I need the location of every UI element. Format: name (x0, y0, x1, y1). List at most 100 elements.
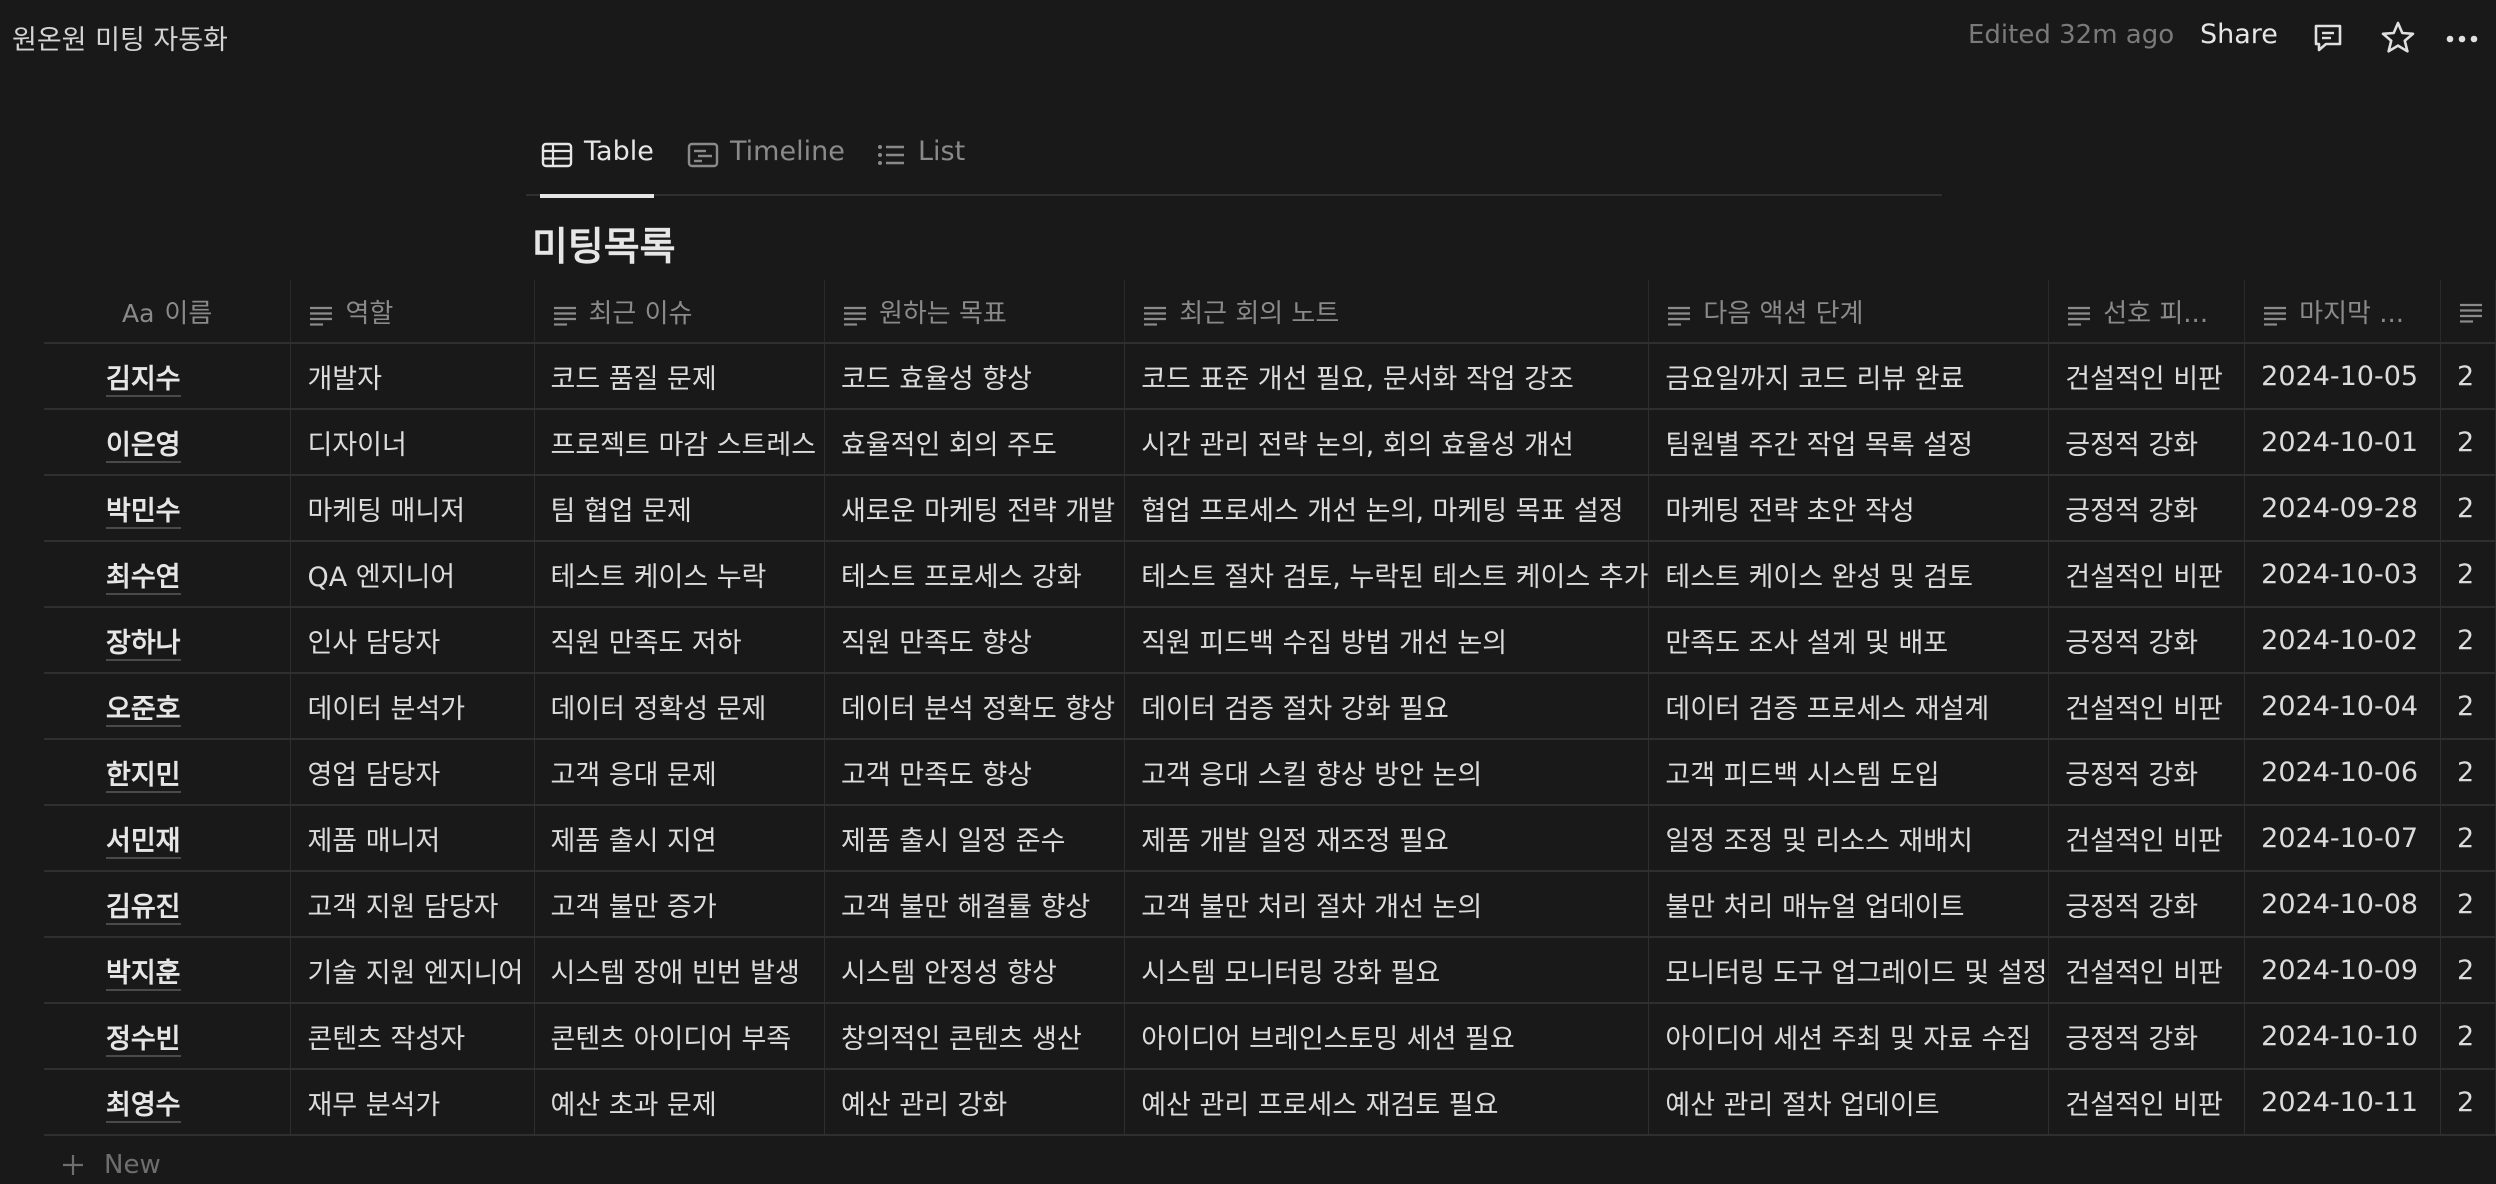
cell-goal[interactable]: 예산 관리 강화 (824, 1069, 1126, 1136)
cell-overflow[interactable]: 2 (2440, 343, 2496, 410)
cell-recent-issue[interactable]: 테스트 케이스 누락 (534, 541, 825, 608)
cell-next-action[interactable]: 일정 조정 및 리소스 재배치 (1648, 805, 2050, 872)
cell-role[interactable]: 데이터 분석가 (290, 673, 535, 740)
cell-preferred-feedback[interactable]: 긍정적 강화 (2048, 1003, 2246, 1070)
row-title-link[interactable]: 한지민 (106, 759, 181, 793)
cell-name[interactable]: 김지수 (44, 343, 292, 410)
star-icon[interactable] (2378, 18, 2418, 58)
cell-name[interactable]: 최수연 (44, 541, 292, 608)
cell-next-action[interactable]: 만족도 조사 설계 및 배포 (1648, 607, 2050, 674)
cell-overflow[interactable]: 2 (2440, 409, 2496, 476)
row-title-link[interactable]: 서민재 (106, 825, 181, 859)
cell-name[interactable]: 박지훈 (44, 937, 292, 1004)
cell-meeting-notes[interactable]: 고객 불만 처리 절차 개선 논의 (1124, 871, 1650, 938)
column-header-role[interactable]: 역할 (290, 280, 535, 344)
cell-goal[interactable]: 효율적인 회의 주도 (824, 409, 1126, 476)
cell-meeting-notes[interactable]: 직원 피드백 수집 방법 개선 논의 (1124, 607, 1650, 674)
cell-goal[interactable]: 직원 만족도 향상 (824, 607, 1126, 674)
table-row[interactable]: 서민재 제품 매니저 제품 출시 지연 제품 출시 일정 준수 제품 개발 일정 재조정… (44, 805, 2496, 872)
cell-last-date[interactable]: 2024-10-04 (2244, 673, 2441, 740)
comment-icon[interactable] (2308, 18, 2348, 58)
cell-recent-issue[interactable]: 시스템 장애 빈번 발생 (534, 937, 825, 1004)
cell-recent-issue[interactable]: 프로젝트 마감 스트레스 (534, 409, 825, 476)
new-row-button[interactable]: New (60, 1150, 161, 1180)
cell-preferred-feedback[interactable]: 건설적인 비판 (2048, 673, 2246, 740)
column-header-meeting-notes[interactable]: 최근 회의 노트 (1124, 280, 1650, 344)
table-row[interactable]: 장하나 인사 담당자 직원 만족도 저하 직원 만족도 향상 직원 피드백 수집 방법 … (44, 607, 2496, 674)
row-title-link[interactable]: 박지훈 (106, 957, 181, 991)
cell-overflow[interactable]: 2 (2440, 541, 2496, 608)
cell-meeting-notes[interactable]: 테스트 절차 검토, 누락된 테스트 케이스 추가 (1124, 541, 1650, 608)
cell-name[interactable]: 김유진 (44, 871, 292, 938)
cell-recent-issue[interactable]: 콘텐츠 아이디어 부족 (534, 1003, 825, 1070)
cell-goal[interactable]: 제품 출시 일정 준수 (824, 805, 1126, 872)
cell-last-date[interactable]: 2024-10-03 (2244, 541, 2441, 608)
cell-last-date[interactable]: 2024-10-11 (2244, 1069, 2441, 1136)
cell-goal[interactable]: 시스템 안정성 향상 (824, 937, 1126, 1004)
cell-name[interactable]: 정수빈 (44, 1003, 292, 1070)
cell-role[interactable]: 디자이너 (290, 409, 535, 476)
cell-next-action[interactable]: 불만 처리 매뉴얼 업데이트 (1648, 871, 2050, 938)
table-row[interactable]: 김유진 고객 지원 담당자 고객 불만 증가 고객 불만 해결률 향상 고객 불만 처리… (44, 871, 2496, 938)
cell-goal[interactable]: 데이터 분석 정확도 향상 (824, 673, 1126, 740)
cell-preferred-feedback[interactable]: 긍정적 강화 (2048, 409, 2246, 476)
row-title-link[interactable]: 최영수 (106, 1089, 181, 1123)
cell-goal[interactable]: 고객 만족도 향상 (824, 739, 1126, 806)
cell-meeting-notes[interactable]: 코드 표준 개선 필요, 문서화 작업 강조 (1124, 343, 1650, 410)
cell-overflow[interactable]: 2 (2440, 805, 2496, 872)
cell-name[interactable]: 최영수 (44, 1069, 292, 1136)
cell-name[interactable]: 한지민 (44, 739, 292, 806)
share-button[interactable]: Share (2200, 19, 2278, 50)
cell-preferred-feedback[interactable]: 건설적인 비판 (2048, 343, 2246, 410)
cell-role[interactable]: 마케팅 매니저 (290, 475, 535, 542)
cell-name[interactable]: 박민수 (44, 475, 292, 542)
cell-overflow[interactable]: 2 (2440, 475, 2496, 542)
cell-preferred-feedback[interactable]: 건설적인 비판 (2048, 805, 2246, 872)
column-header-recent-issue[interactable]: 최근 이슈 (534, 280, 825, 344)
cell-meeting-notes[interactable]: 아이디어 브레인스토밍 세션 필요 (1124, 1003, 1650, 1070)
cell-meeting-notes[interactable]: 시간 관리 전략 논의, 회의 효율성 개선 (1124, 409, 1650, 476)
table-row[interactable]: 오준호 데이터 분석가 데이터 정확성 문제 데이터 분석 정확도 향상 데이터 검증 … (44, 673, 2496, 740)
column-header-name[interactable]: Aa 이름 (44, 280, 292, 344)
cell-name[interactable]: 오준호 (44, 673, 292, 740)
cell-overflow[interactable]: 2 (2440, 1003, 2496, 1070)
cell-next-action[interactable]: 아이디어 세션 주최 및 자료 수집 (1648, 1003, 2050, 1070)
cell-last-date[interactable]: 2024-10-09 (2244, 937, 2441, 1004)
cell-next-action[interactable]: 고객 피드백 시스템 도입 (1648, 739, 2050, 806)
row-title-link[interactable]: 정수빈 (106, 1023, 181, 1057)
table-row[interactable]: 최영수 재무 분석가 예산 초과 문제 예산 관리 강화 예산 관리 프로세스 재검토 … (44, 1069, 2496, 1136)
table-row[interactable]: 이은영 디자이너 프로젝트 마감 스트레스 효율적인 회의 주도 시간 관리 전략 논의… (44, 409, 2496, 476)
cell-goal[interactable]: 고객 불만 해결률 향상 (824, 871, 1126, 938)
cell-next-action[interactable]: 모니터링 도구 업그레이드 및 설정 (1648, 937, 2050, 1004)
cell-preferred-feedback[interactable]: 건설적인 비판 (2048, 1069, 2246, 1136)
cell-overflow[interactable]: 2 (2440, 937, 2496, 1004)
table-row[interactable]: 최수연 QA 엔지니어 테스트 케이스 누락 테스트 프로세스 강화 테스트 절차 검토… (44, 541, 2496, 608)
cell-meeting-notes[interactable]: 제품 개발 일정 재조정 필요 (1124, 805, 1650, 872)
breadcrumb-page-title[interactable]: 원온원 미팅 자동화 (12, 18, 228, 57)
cell-meeting-notes[interactable]: 고객 응대 스킬 향상 방안 논의 (1124, 739, 1650, 806)
cell-preferred-feedback[interactable]: 건설적인 비판 (2048, 541, 2246, 608)
cell-role[interactable]: 콘텐츠 작성자 (290, 1003, 535, 1070)
cell-last-date[interactable]: 2024-10-08 (2244, 871, 2441, 938)
row-title-link[interactable]: 김지수 (106, 363, 181, 397)
cell-last-date[interactable]: 2024-10-02 (2244, 607, 2441, 674)
tab-table[interactable]: Table (540, 136, 654, 198)
cell-next-action[interactable]: 금요일까지 코드 리뷰 완료 (1648, 343, 2050, 410)
cell-overflow[interactable]: 2 (2440, 1069, 2496, 1136)
column-header-next-action[interactable]: 다음 액션 단계 (1648, 280, 2050, 344)
column-header-overflow[interactable] (2440, 280, 2496, 344)
cell-recent-issue[interactable]: 코드 품질 문제 (534, 343, 825, 410)
cell-role[interactable]: 영업 담당자 (290, 739, 535, 806)
cell-goal[interactable]: 새로운 마케팅 전략 개발 (824, 475, 1126, 542)
cell-meeting-notes[interactable]: 시스템 모니터링 강화 필요 (1124, 937, 1650, 1004)
row-title-link[interactable]: 최수연 (106, 561, 181, 595)
cell-meeting-notes[interactable]: 예산 관리 프로세스 재검토 필요 (1124, 1069, 1650, 1136)
cell-role[interactable]: 개발자 (290, 343, 535, 410)
table-row[interactable]: 한지민 영업 담당자 고객 응대 문제 고객 만족도 향상 고객 응대 스킬 향상 방안… (44, 739, 2496, 806)
cell-last-date[interactable]: 2024-10-05 (2244, 343, 2441, 410)
more-icon[interactable] (2442, 18, 2482, 58)
cell-preferred-feedback[interactable]: 긍정적 강화 (2048, 739, 2246, 806)
row-title-link[interactable]: 이은영 (106, 429, 181, 463)
cell-recent-issue[interactable]: 예산 초과 문제 (534, 1069, 825, 1136)
cell-overflow[interactable]: 2 (2440, 607, 2496, 674)
